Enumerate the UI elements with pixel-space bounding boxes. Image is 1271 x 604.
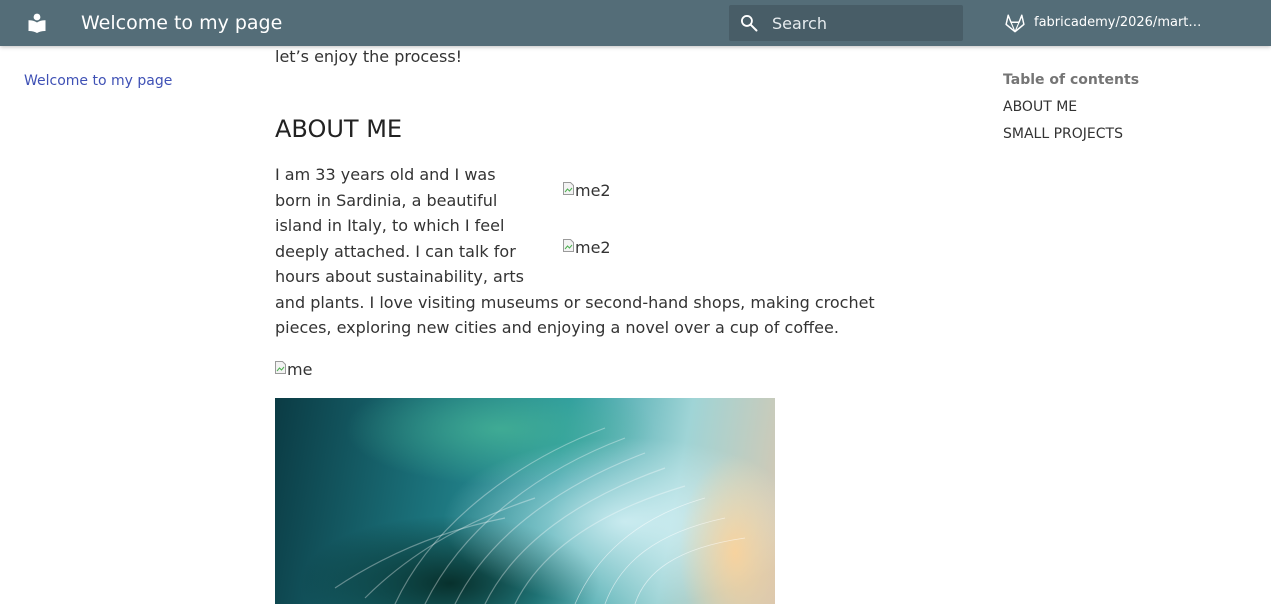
broken-image-icon bbox=[275, 361, 286, 375]
broken-image-icon bbox=[563, 182, 574, 196]
top-header: Welcome to my page fabricademy/2026/mart… bbox=[0, 0, 1271, 46]
site-title[interactable]: Welcome to my page bbox=[81, 11, 282, 35]
search-input[interactable] bbox=[772, 11, 952, 35]
image-alt-text: me2 bbox=[575, 181, 611, 200]
book-icon[interactable] bbox=[25, 11, 49, 35]
toc-item-small-projects[interactable]: SMALL PROJECTS bbox=[1003, 124, 1243, 144]
image-me: me bbox=[275, 357, 312, 383]
search-icon bbox=[741, 15, 758, 32]
image-me2-top: me2 bbox=[563, 178, 611, 204]
intro-text: let’s enjoy the process! bbox=[275, 47, 463, 66]
broken-image-icon bbox=[563, 239, 574, 253]
left-navigation: Welcome to my page bbox=[24, 70, 172, 91]
about-me-heading: ABOUT ME bbox=[275, 115, 403, 143]
water-ripple-pattern bbox=[334, 427, 746, 604]
search-box[interactable] bbox=[729, 5, 963, 41]
image-alt-text: me2 bbox=[575, 238, 611, 257]
nav-item-welcome[interactable]: Welcome to my page bbox=[24, 73, 172, 89]
image-alt-text: me bbox=[287, 360, 313, 379]
repository-name: fabricademy/2026/marti… bbox=[1034, 15, 1202, 30]
toc-title: Table of contents bbox=[1003, 72, 1140, 88]
repository-link[interactable]: fabricademy/2026/marti… bbox=[1004, 11, 1214, 35]
water-photo bbox=[275, 398, 775, 604]
table-of-contents: Table of contents ABOUT ME SMALL PROJECT… bbox=[1003, 70, 1243, 151]
image-me2-bottom: me2 bbox=[563, 235, 611, 261]
toc-item-about-me[interactable]: ABOUT ME bbox=[1003, 97, 1243, 117]
gitlab-icon bbox=[1005, 14, 1025, 33]
